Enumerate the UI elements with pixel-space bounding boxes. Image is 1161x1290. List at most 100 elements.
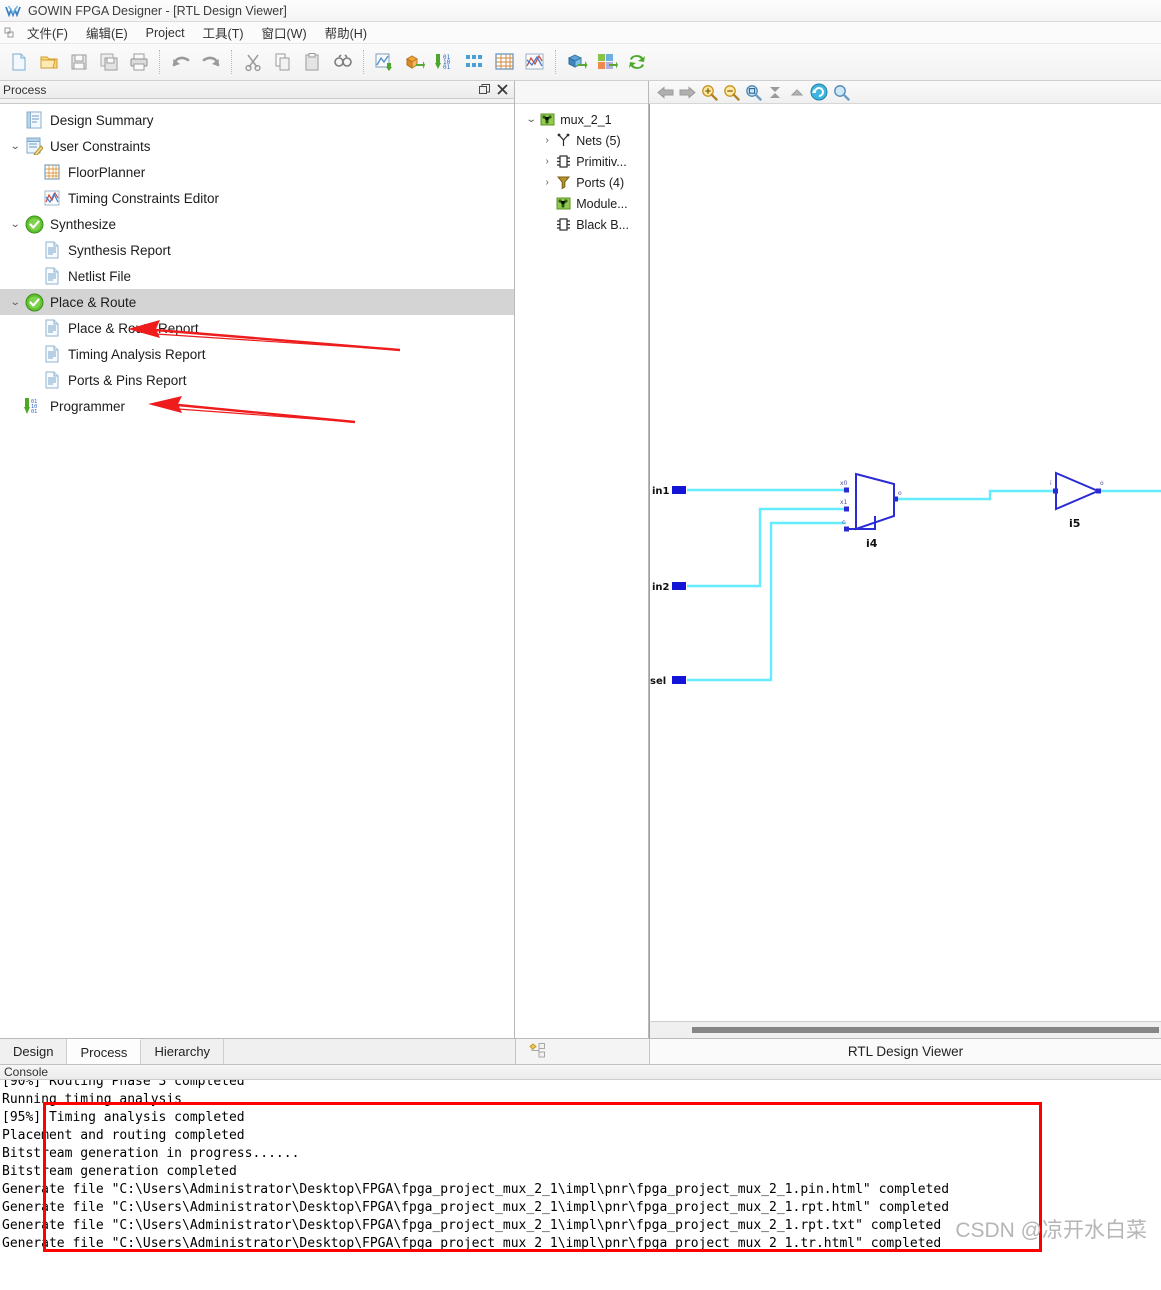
process-item-label: Timing Constraints Editor <box>68 190 220 206</box>
save-all-icon[interactable] <box>95 48 123 76</box>
menu-file[interactable]: 文件(F) <box>18 21 77 44</box>
new-file-icon[interactable] <box>5 48 33 76</box>
close-icon[interactable] <box>494 82 510 97</box>
tree-expander-spacer <box>24 185 42 211</box>
chevron-down-icon: ⌄ <box>9 296 21 308</box>
process-panel-header: Process <box>0 81 515 99</box>
process-item-netlist-file[interactable]: Netlist File <box>0 263 514 289</box>
zoom-in-icon[interactable] <box>698 82 720 103</box>
hierarchy-tree: ⌄ mux_2_1 › Nets (5) › Primitiv... › Por… <box>515 104 648 1038</box>
restore-window-icon[interactable] <box>476 82 492 97</box>
zoom-out-icon[interactable] <box>720 82 742 103</box>
process-item-ports-pins-report[interactable]: Ports & Pins Report <box>0 367 514 393</box>
title-bar: GOWIN FPGA Designer - [RTL Design Viewer… <box>0 0 1161 22</box>
save-icon[interactable] <box>65 48 93 76</box>
hierarchy-tree-icon[interactable] <box>528 1042 547 1062</box>
tree-expander[interactable]: › <box>539 172 555 193</box>
open-folder-icon[interactable] <box>35 48 63 76</box>
menu-tools[interactable]: 工具(T) <box>194 21 253 44</box>
tree-expander-spacer <box>24 341 42 367</box>
tree-expander-spacer <box>24 159 42 185</box>
hier-item-modules[interactable]: Module... <box>515 193 648 214</box>
search-icon[interactable] <box>830 82 852 103</box>
hier-item-label: Black B... <box>576 217 629 232</box>
process-item-timing-analysis-report[interactable]: Timing Analysis Report <box>0 341 514 367</box>
process-item-floorplanner[interactable]: FloorPlanner <box>0 159 514 185</box>
ip-core-icon[interactable] <box>563 48 591 76</box>
process-item-timing-constraints-editor[interactable]: Timing Constraints Editor <box>0 185 514 211</box>
tree-expander[interactable]: › <box>539 151 555 172</box>
process-item-label: Timing Analysis Report <box>68 346 206 362</box>
ports-icon <box>555 174 572 191</box>
process-item-place-route-report[interactable]: Place & Route Report <box>0 315 514 341</box>
hier-item-nets[interactable]: › Nets (5) <box>515 130 648 151</box>
console-line: [95%] Timing analysis completed <box>2 1110 245 1125</box>
bottom-tabs: Design Process Hierarchy <box>0 1039 516 1064</box>
chevron-right-icon: › <box>545 135 549 146</box>
console-line: Bitstream generation in progress...... <box>2 1146 300 1161</box>
primitive-icon <box>555 153 572 170</box>
rtl-horizontal-scrollbar[interactable] <box>649 1021 1161 1038</box>
rtl-scrollbar-thumb[interactable] <box>692 1027 1159 1033</box>
menu-edit[interactable]: 编辑(E) <box>77 21 137 44</box>
cut-icon[interactable] <box>239 48 267 76</box>
nets-icon <box>555 132 572 149</box>
svg-text:o: o <box>1100 480 1104 487</box>
tree-expander-spacer <box>539 193 555 214</box>
menu-window[interactable]: 窗口(W) <box>253 21 316 44</box>
process-item-programmer[interactable]: 01 10 01 Programmer <box>0 393 514 419</box>
print-icon[interactable] <box>125 48 153 76</box>
copy-icon[interactable] <box>269 48 297 76</box>
hier-item-mux-2-1[interactable]: ⌄ mux_2_1 <box>515 109 648 130</box>
menu-project[interactable]: Project <box>137 24 194 42</box>
device-config-icon[interactable] <box>593 48 621 76</box>
forward-arrow-icon[interactable] <box>676 82 698 103</box>
hier-item-label: mux_2_1 <box>560 112 612 127</box>
rtl-schematic-canvas[interactable]: in1 in2 sel x0 x1 c o i4 i o i5 <box>649 104 1161 1021</box>
hier-item-primitives[interactable]: › Primitiv... <box>515 151 648 172</box>
paste-icon[interactable] <box>299 48 327 76</box>
expand-icon[interactable] <box>786 82 808 103</box>
tab-hierarchy[interactable]: Hierarchy <box>141 1039 225 1064</box>
place-route-icon[interactable] <box>401 48 429 76</box>
report-icon <box>42 370 62 390</box>
download-bitstream-icon[interactable]: 01 10 01 <box>431 48 459 76</box>
module-icon <box>555 195 572 212</box>
tab-design[interactable]: Design <box>0 1039 68 1064</box>
console-output[interactable]: [90%] Routing Phase 3 completed Running … <box>0 1080 1161 1252</box>
process-item-user-constraints[interactable]: ⌄ User Constraints <box>0 133 514 159</box>
redo-icon[interactable] <box>197 48 225 76</box>
tab-process[interactable]: Process <box>67 1039 142 1064</box>
process-item-place-and-route[interactable]: ⌄ Place & Route <box>0 289 515 315</box>
svg-text:x0: x0 <box>840 480 848 487</box>
refresh-icon[interactable] <box>623 48 651 76</box>
back-arrow-icon[interactable] <box>654 82 676 103</box>
status-ok-icon <box>24 292 44 312</box>
hier-item-black-boxes[interactable]: Black B... <box>515 214 648 235</box>
tree-expander-spacer <box>24 315 42 341</box>
tree-expander-spacer <box>24 367 42 393</box>
zoom-fit-icon[interactable] <box>742 82 764 103</box>
process-item-synthesis-report[interactable]: Synthesis Report <box>0 237 514 263</box>
timing-icon[interactable] <box>461 48 489 76</box>
refresh-icon[interactable] <box>808 82 830 103</box>
run-synthesis-icon[interactable] <box>371 48 399 76</box>
hier-item-ports[interactable]: › Ports (4) <box>515 172 648 193</box>
tree-expander[interactable]: ⌄ <box>6 211 24 237</box>
find-icon[interactable] <box>329 48 357 76</box>
svg-text:i5: i5 <box>1069 517 1080 530</box>
process-item-design-summary[interactable]: Design Summary <box>0 107 514 133</box>
timing-constraints-icon[interactable] <box>521 48 549 76</box>
tree-expander[interactable]: ⌄ <box>6 289 24 315</box>
tree-expander-spacer <box>539 214 555 235</box>
tree-expander[interactable]: › <box>539 130 555 151</box>
menu-help[interactable]: 帮助(H) <box>316 21 376 44</box>
collapse-icon[interactable] <box>764 82 786 103</box>
undo-icon[interactable] <box>167 48 195 76</box>
tree-expander[interactable]: ⌄ <box>523 109 539 130</box>
chevron-down-icon: ⌄ <box>9 140 21 152</box>
port-in2: in2 <box>652 582 686 593</box>
floorplanner-icon[interactable] <box>491 48 519 76</box>
tree-expander[interactable]: ⌄ <box>6 133 24 159</box>
process-item-synthesize[interactable]: ⌄ Synthesize <box>0 211 514 237</box>
